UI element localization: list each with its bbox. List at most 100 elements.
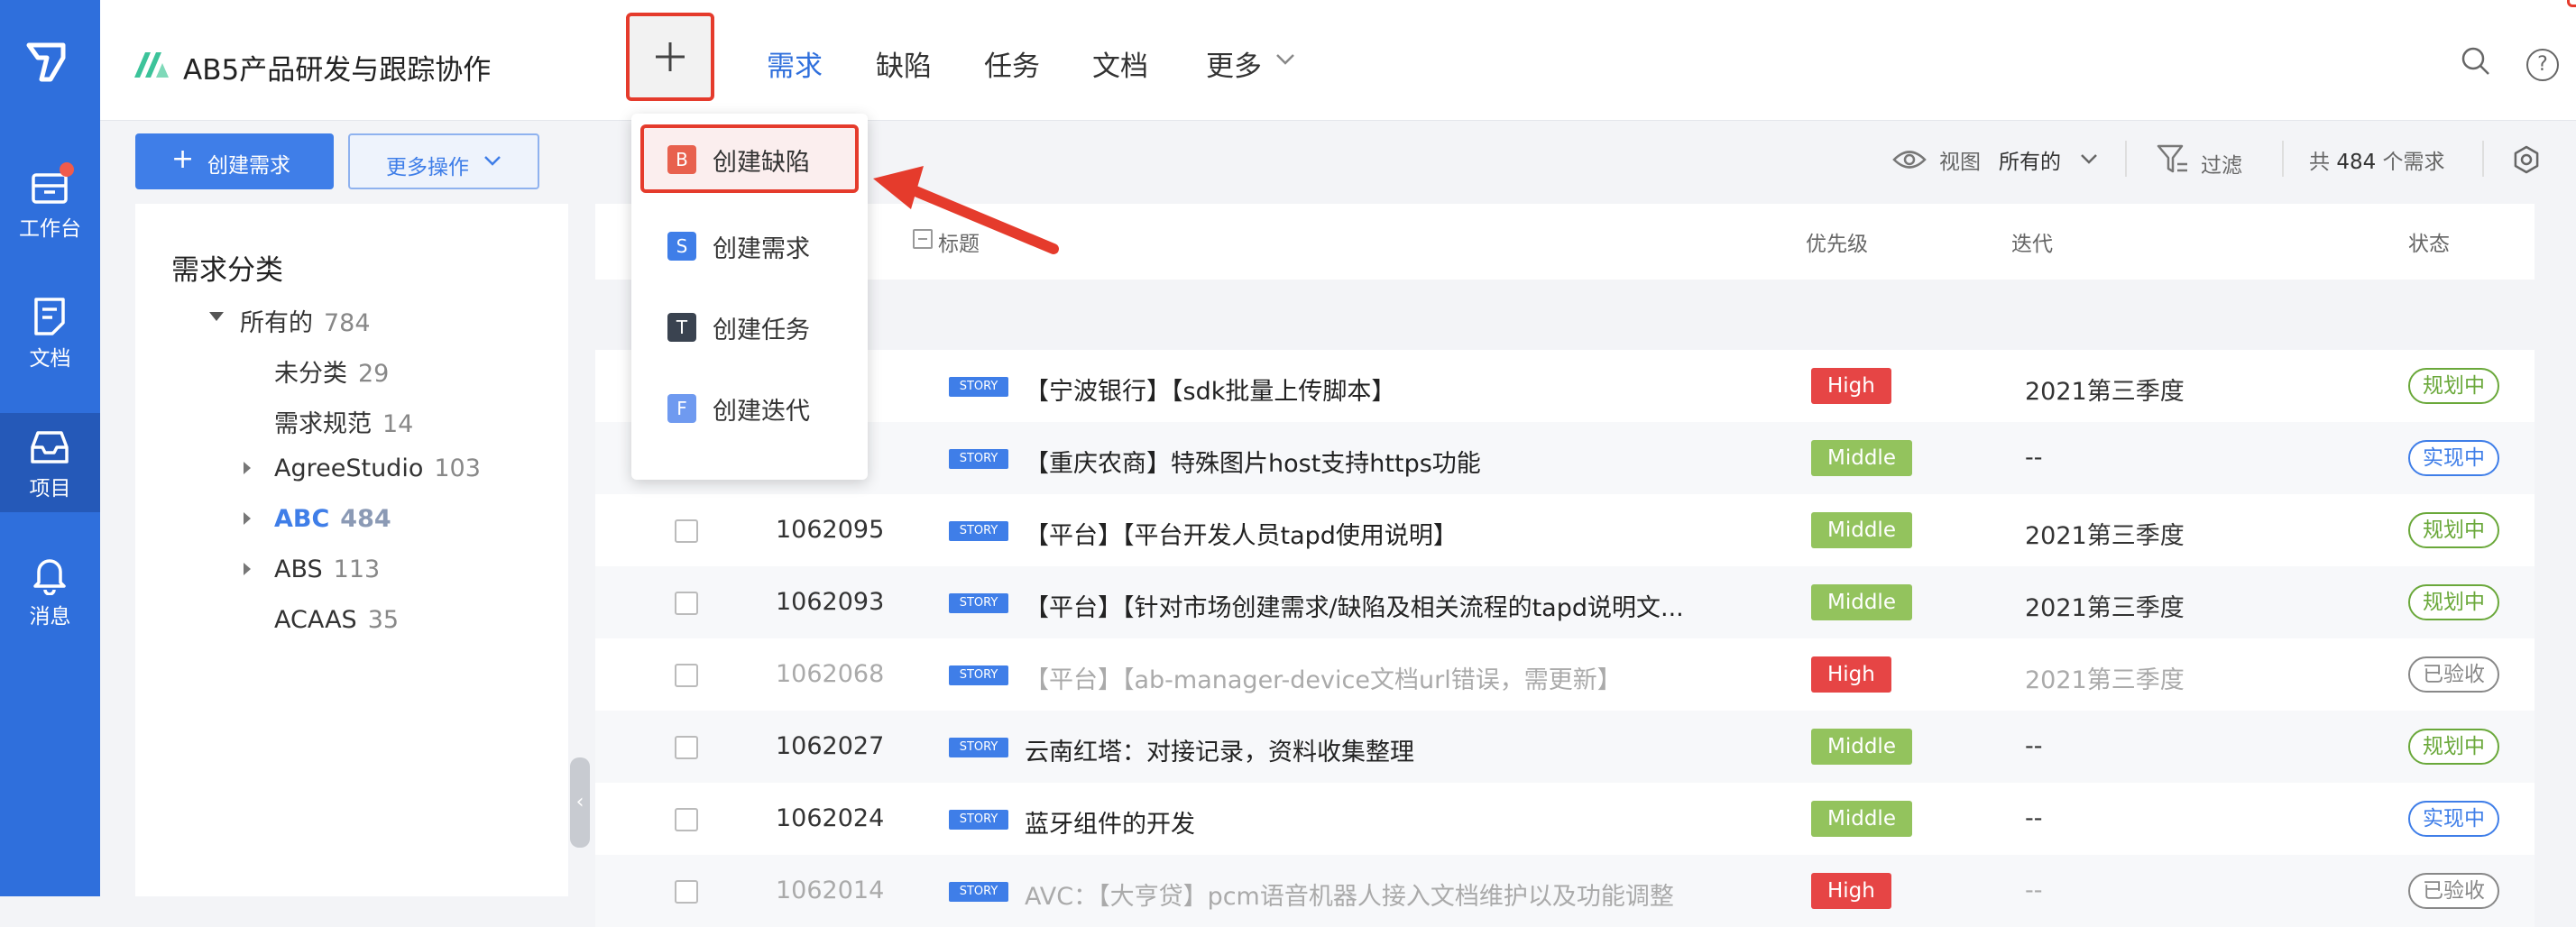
chevron-down-icon — [484, 156, 501, 166]
gear-icon[interactable] — [2509, 142, 2544, 177]
panel-collapse-handle[interactable]: ‹ — [570, 757, 590, 848]
category-item-abc[interactable]: ABC 484 — [274, 505, 391, 533]
row-checkbox[interactable] — [675, 880, 698, 904]
caret-right-icon[interactable] — [244, 512, 251, 525]
create-requirement-button[interactable]: + 创建需求 — [135, 133, 334, 189]
priority-badge[interactable]: Middle — [1811, 512, 1912, 548]
column-header-priority[interactable]: 优先级 — [1806, 226, 1868, 257]
priority-badge[interactable]: High — [1811, 368, 1891, 404]
nav-item-messages[interactable]: 消息 — [0, 541, 100, 640]
view-select[interactable]: 所有的 — [1999, 144, 2061, 175]
status-badge[interactable]: 规划中 — [2408, 368, 2499, 404]
menu-item-create-iteration[interactable]: F 创建迭代 — [640, 373, 859, 442]
divider — [2125, 141, 2127, 177]
help-icon[interactable]: ? — [2526, 49, 2559, 81]
chevron-down-icon[interactable] — [1274, 52, 1296, 67]
story-tag: STORY — [949, 449, 1008, 469]
priority-badge[interactable]: Middle — [1811, 440, 1912, 476]
caret-right-icon[interactable] — [244, 563, 251, 575]
row-checkbox[interactable] — [675, 736, 698, 759]
highlight-box — [2567, 0, 2576, 7]
tab-more[interactable]: 更多 — [1206, 43, 1262, 84]
row-title[interactable]: AVC：【大亨贷】pcm语音机器人接入文档维护以及功能调整 — [1025, 877, 1674, 912]
caret-down-icon[interactable] — [209, 312, 224, 321]
priority-badge[interactable]: High — [1811, 873, 1891, 909]
tab-documents[interactable]: 文档 — [1092, 43, 1148, 84]
row-title[interactable]: 云南红塔：对接记录，资料收集整理 — [1025, 732, 1414, 767]
chevron-down-icon[interactable] — [2080, 153, 2098, 166]
priority-badge[interactable]: High — [1811, 656, 1891, 693]
priority-badge[interactable]: Middle — [1811, 729, 1912, 765]
row-title[interactable]: 【平台】【针对市场创建需求/缺陷及相关流程的tapd说明文... — [1025, 588, 1684, 623]
row-iteration[interactable]: -- — [2025, 877, 2043, 904]
row-title[interactable]: 【平台】【平台开发人员tapd使用说明】 — [1025, 516, 1458, 551]
nav-item-projects[interactable]: 项目 — [0, 413, 100, 512]
story-tag: STORY — [949, 521, 1008, 541]
category-item-abs[interactable]: ABS 113 — [274, 555, 380, 583]
row-checkbox[interactable] — [675, 592, 698, 615]
row-iteration[interactable]: -- — [2025, 804, 2043, 832]
row-checkbox[interactable] — [675, 519, 698, 543]
row-iteration[interactable]: 2021第三季度 — [2025, 516, 2185, 551]
bell-icon — [33, 559, 66, 595]
document-icon — [34, 298, 65, 335]
category-item-uncategorized[interactable]: 未分类 29 — [274, 353, 389, 389]
filter-button[interactable]: 过滤 — [2201, 148, 2242, 179]
story-tag: STORY — [949, 665, 1008, 685]
tab-tasks[interactable]: 任务 — [984, 43, 1040, 84]
tab-requirements[interactable]: 需求 — [767, 43, 823, 84]
column-header-iteration[interactable]: 迭代 — [2011, 226, 2053, 257]
nav-item-documents[interactable]: 文档 — [0, 283, 100, 382]
menu-item-create-requirement[interactable]: S 创建需求 — [640, 211, 859, 280]
row-title[interactable]: 【平台】【ab-manager-device文档url错误，需更新】 — [1025, 660, 1622, 695]
status-badge[interactable]: 规划中 — [2408, 512, 2499, 548]
row-iteration[interactable]: 2021第三季度 — [2025, 588, 2185, 623]
row-title[interactable]: 【宁波银行】【sdk批量上传脚本】 — [1025, 372, 1395, 407]
row-iteration[interactable]: 2021第三季度 — [2025, 372, 2185, 407]
status-badge[interactable]: 已验收 — [2408, 656, 2499, 693]
row-iteration[interactable]: -- — [2025, 732, 2043, 760]
tab-defects[interactable]: 缺陷 — [876, 43, 932, 84]
status-badge[interactable]: 实现中 — [2408, 801, 2499, 837]
status-badge[interactable]: 实现中 — [2408, 440, 2499, 476]
row-title[interactable]: 【重庆农商】特殊图片host支持https功能 — [1025, 444, 1481, 479]
more-actions-button[interactable]: 更多操作 — [348, 133, 539, 189]
row-iteration[interactable]: 2021第三季度 — [2025, 660, 2185, 695]
caret-right-icon[interactable] — [244, 462, 251, 474]
row-checkbox[interactable] — [675, 664, 698, 687]
requirements-table: 标题 优先级 迭代 状态 1 STORY 【宁波银行】【sdk批量上传脚本】 H… — [595, 204, 2535, 927]
story-tag: STORY — [949, 593, 1008, 613]
category-item-agreestudio[interactable]: AgreeStudio 103 — [274, 454, 481, 482]
nav-label: 工作台 — [19, 217, 81, 241]
app-logo-icon[interactable] — [23, 40, 69, 85]
table-row[interactable]: 1062095 STORY 【平台】【平台开发人员tapd使用说明】 Middl… — [595, 494, 2535, 566]
status-badge[interactable]: 规划中 — [2408, 584, 2499, 620]
priority-badge[interactable]: Middle — [1811, 584, 1912, 620]
priority-badge[interactable]: Middle — [1811, 801, 1912, 837]
status-badge[interactable]: 规划中 — [2408, 729, 2499, 765]
category-item-acaas[interactable]: ACAAS 35 — [274, 606, 399, 634]
nav-item-workbench[interactable]: 工作台 — [0, 153, 100, 252]
menu-item-create-task[interactable]: T 创建任务 — [640, 292, 859, 361]
category-item-spec[interactable]: 需求规范 14 — [274, 404, 413, 439]
nav-label: 项目 — [29, 477, 71, 500]
category-item-all[interactable]: 所有的 784 — [240, 303, 371, 338]
filter-icon[interactable] — [2156, 142, 2190, 177]
quick-create-button[interactable] — [626, 13, 714, 101]
row-iteration[interactable]: -- — [2025, 444, 2043, 472]
table-row[interactable]: 1062093 STORY 【平台】【针对市场创建需求/缺陷及相关流程的tapd… — [595, 566, 2535, 638]
menu-item-create-defect[interactable]: B 创建缺陷 — [640, 124, 859, 193]
table-row[interactable]: 1062068 STORY 【平台】【ab-manager-device文档ur… — [595, 638, 2535, 711]
table-row[interactable]: 1 STORY 【宁波银行】【sdk批量上传脚本】 High 2021第三季度 … — [595, 350, 2535, 422]
row-title[interactable]: 蓝牙组件的开发 — [1025, 804, 1195, 840]
row-checkbox[interactable] — [675, 808, 698, 831]
table-row[interactable]: 1 STORY 【重庆农商】特殊图片host支持https功能 Middle -… — [595, 422, 2535, 494]
table-row[interactable]: 1062014 STORY AVC：【大亨贷】pcm语音机器人接入文档维护以及功… — [595, 855, 2535, 927]
category-title: 需求分类 — [171, 254, 283, 287]
column-header-status[interactable]: 状态 — [2408, 226, 2450, 257]
status-badge[interactable]: 已验收 — [2408, 873, 2499, 909]
table-row[interactable]: 1062027 STORY 云南红塔：对接记录，资料收集整理 Middle --… — [595, 711, 2535, 783]
table-row[interactable]: 1062024 STORY 蓝牙组件的开发 Middle -- 实现中 — [595, 783, 2535, 855]
search-icon[interactable] — [2460, 45, 2492, 78]
divider — [2482, 141, 2484, 177]
